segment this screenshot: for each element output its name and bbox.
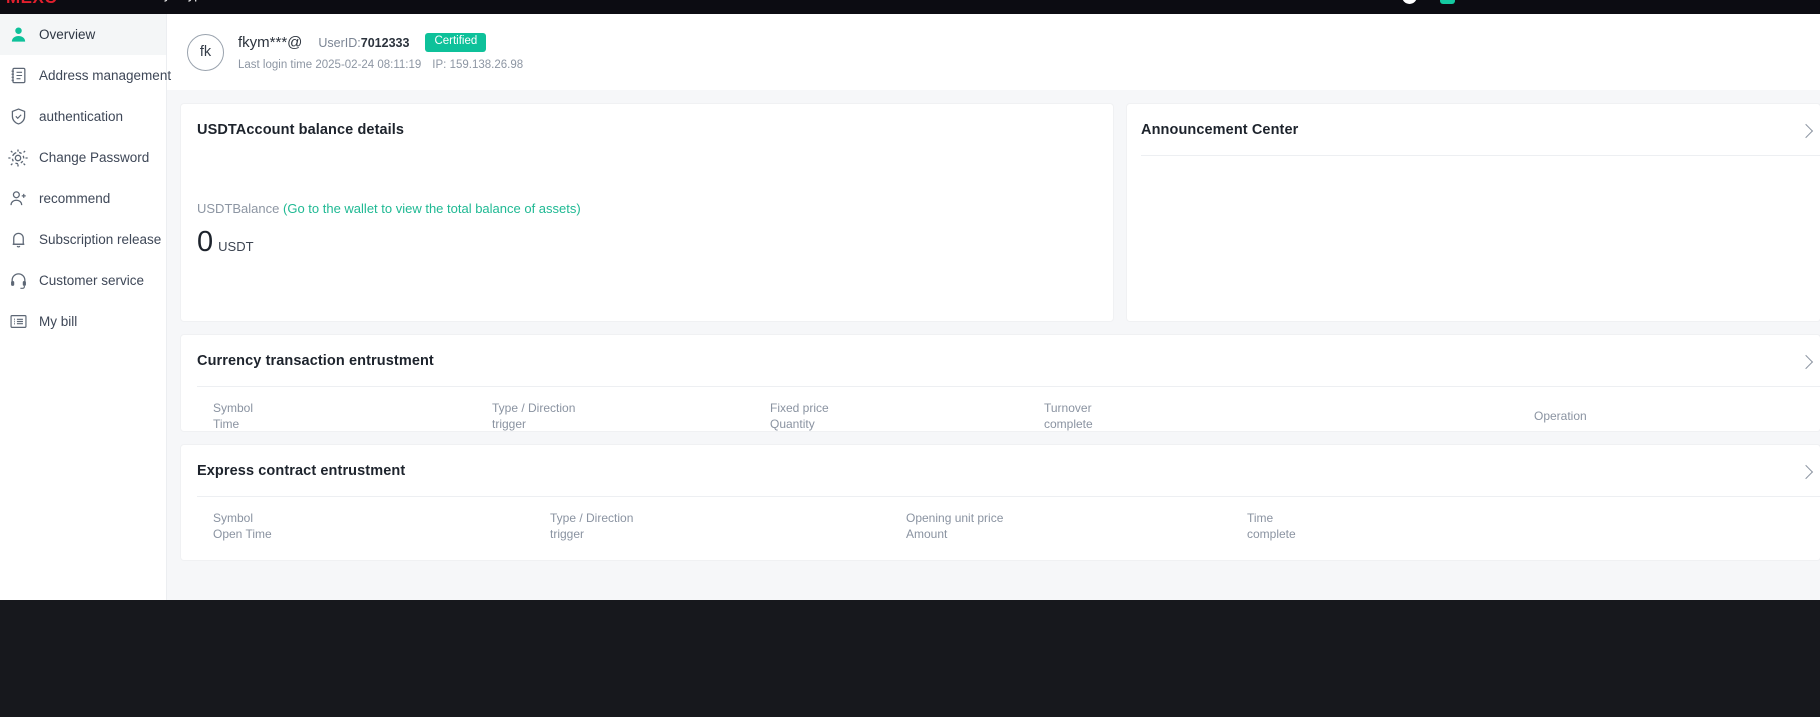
sidebar-item-label: Overview bbox=[39, 28, 95, 42]
balance-label: USDTBalance bbox=[197, 201, 279, 216]
column-header-fixed-price-quantity: Fixed price Quantity bbox=[770, 400, 829, 432]
column-header-line1: Opening unit price bbox=[906, 511, 1003, 525]
sidebar-item-label: Customer service bbox=[39, 274, 144, 288]
column-header-line1: Turnover bbox=[1044, 401, 1092, 415]
column-header-line2: trigger bbox=[492, 416, 575, 432]
card-title: USDTAccount balance details bbox=[197, 122, 1095, 138]
column-header-line2: Quantity bbox=[770, 416, 829, 432]
column-header-symbol-time: Symbol Time bbox=[213, 400, 253, 432]
column-header-line1: Symbol bbox=[213, 401, 253, 415]
address-book-icon bbox=[6, 64, 30, 88]
sidebar-item-overview[interactable]: Overview bbox=[0, 14, 166, 55]
column-header-opening-unit-price-amount: Opening unit price Amount bbox=[906, 510, 1003, 542]
ip-label: IP: bbox=[432, 59, 446, 71]
column-header-symbol-open-time: Symbol Open Time bbox=[213, 510, 272, 542]
list-icon bbox=[6, 310, 30, 334]
column-header-time-complete: Time complete bbox=[1247, 510, 1296, 542]
sidebar-item-recommend[interactable]: recommend bbox=[0, 178, 166, 219]
footer-bar bbox=[0, 600, 1820, 717]
express-table-header: Symbol Open Time Type / Direction trigge… bbox=[197, 497, 1820, 551]
column-header-line2: Open Time bbox=[213, 526, 272, 542]
download-icon[interactable] bbox=[1440, 0, 1455, 4]
section-title: Currency transaction entrustment bbox=[197, 353, 1820, 369]
divider bbox=[1141, 155, 1820, 156]
usdt-balance-card: USDTAccount balance details USDTBalance … bbox=[181, 104, 1113, 321]
last-login: Last login time 2025-02-24 08:11:19 bbox=[238, 59, 421, 71]
headset-icon bbox=[6, 269, 30, 293]
bell-icon bbox=[6, 228, 30, 252]
column-header-line1: Symbol bbox=[213, 511, 253, 525]
sidebar: Overview Address management authenticati… bbox=[0, 14, 167, 600]
section-title: Express contract entrustment bbox=[197, 463, 1820, 479]
status-badge: Certified bbox=[425, 33, 486, 52]
ip-address: IP: 159.138.26.98 bbox=[432, 59, 523, 71]
sidebar-item-label: recommend bbox=[39, 192, 110, 206]
user-id-value: 7012333 bbox=[361, 36, 410, 50]
column-header-line2: Amount bbox=[906, 526, 1003, 542]
card-title: Announcement Center bbox=[1141, 122, 1298, 138]
main-content: fk fkym***@ UserID:7012333 Certified Las… bbox=[167, 14, 1820, 600]
column-header-line2: trigger bbox=[550, 526, 633, 542]
sidebar-item-label: authentication bbox=[39, 110, 123, 124]
wallet-link[interactable]: (Go to the wallet to view the total bala… bbox=[283, 201, 581, 216]
sidebar-item-customer-service[interactable]: Customer service bbox=[0, 260, 166, 301]
announcement-center-card: Announcement Center bbox=[1127, 104, 1820, 321]
account-name: fkym***@ bbox=[238, 34, 302, 51]
globe-icon[interactable] bbox=[1402, 0, 1417, 4]
column-header-turnover-complete: Turnover complete bbox=[1044, 400, 1093, 432]
nav-link-buy-crypto[interactable]: Buy Crypto bbox=[148, 0, 212, 2]
user-id-label: UserID: bbox=[318, 36, 360, 50]
column-header-line1: Fixed price bbox=[770, 401, 829, 415]
balance-amount: 0 bbox=[197, 228, 213, 257]
announcement-header: Announcement Center bbox=[1141, 122, 1820, 138]
column-header-operation: Operation bbox=[1534, 408, 1587, 424]
column-header-line2: Time bbox=[213, 416, 253, 432]
column-header-line1: Time bbox=[1247, 511, 1273, 525]
column-header-line1: Type / Direction bbox=[492, 401, 575, 415]
profile-header: fk fkym***@ UserID:7012333 Certified Las… bbox=[167, 14, 1820, 90]
gear-icon bbox=[6, 146, 30, 170]
column-header-type-direction-trigger: Type / Direction trigger bbox=[550, 510, 633, 542]
user-plus-icon bbox=[6, 187, 30, 211]
column-header-line2: complete bbox=[1044, 416, 1093, 432]
column-header-type-direction-trigger: Type / Direction trigger bbox=[492, 400, 575, 432]
last-login-value: 2025-02-24 08:11:19 bbox=[315, 59, 421, 71]
site-logo[interactable]: MEXC bbox=[6, 0, 57, 8]
sidebar-item-change-password[interactable]: Change Password bbox=[0, 137, 166, 178]
column-header-line1: Operation bbox=[1534, 409, 1587, 423]
balance-label-row: USDTBalance (Go to the wallet to view th… bbox=[197, 201, 1095, 216]
sidebar-item-authentication[interactable]: authentication bbox=[0, 96, 166, 137]
sidebar-item-address-management[interactable]: Address management bbox=[0, 55, 166, 96]
user-id: UserID:7012333 bbox=[318, 36, 409, 50]
top-navigation-bar: MEXC Buy Crypto bbox=[0, 0, 1820, 14]
express-contract-entrustment-section: Express contract entrustment Symbol Open… bbox=[181, 445, 1820, 560]
sidebar-item-subscription-release[interactable]: Subscription release bbox=[0, 219, 166, 260]
balance-value-row: 0 USDT bbox=[197, 228, 1095, 257]
balance-unit: USDT bbox=[218, 239, 253, 254]
sidebar-item-label: Address management bbox=[39, 69, 171, 83]
shield-check-icon bbox=[6, 105, 30, 129]
currency-table-header: Symbol Time Type / Direction trigger Fix… bbox=[197, 387, 1820, 441]
ip-value: 159.138.26.98 bbox=[450, 59, 524, 71]
currency-transaction-entrustment-section: Currency transaction entrustment Symbol … bbox=[181, 335, 1820, 431]
sidebar-item-label: Subscription release bbox=[39, 233, 161, 247]
top-cards-row: USDTAccount balance details USDTBalance … bbox=[167, 90, 1820, 321]
column-header-line1: Type / Direction bbox=[550, 511, 633, 525]
user-icon bbox=[6, 23, 30, 47]
sidebar-item-label: Change Password bbox=[39, 151, 149, 165]
column-header-line2: complete bbox=[1247, 526, 1296, 542]
sidebar-item-my-bill[interactable]: My bill bbox=[0, 301, 166, 342]
last-login-label: Last login time bbox=[238, 59, 312, 71]
sidebar-item-label: My bill bbox=[39, 315, 77, 329]
avatar: fk bbox=[187, 34, 224, 71]
